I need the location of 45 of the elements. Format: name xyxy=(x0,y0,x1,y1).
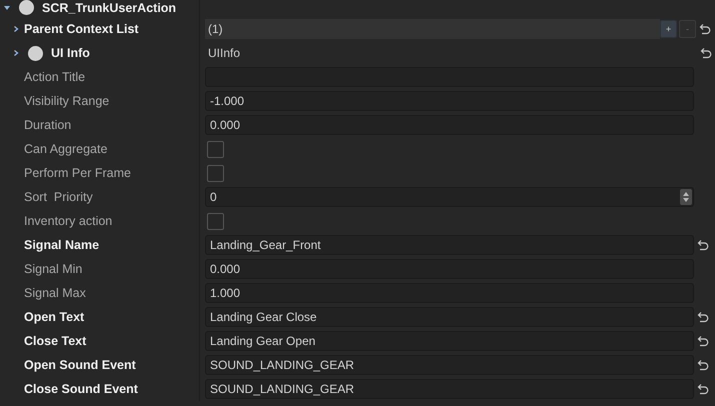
circle-icon xyxy=(28,46,43,60)
input-field[interactable]: Landing_Gear_Front xyxy=(205,235,694,255)
revert-icon[interactable] xyxy=(697,311,709,323)
property-label: UI Info xyxy=(51,46,90,60)
checkbox[interactable] xyxy=(207,164,224,182)
object-type: UIInfo xyxy=(207,46,242,60)
property-label: Can Aggregate xyxy=(24,142,108,156)
revert-icon[interactable] xyxy=(699,23,711,35)
input-field[interactable]: Landing Gear Open xyxy=(205,331,694,351)
input-field[interactable]: SOUND_LANDING_GEAR xyxy=(205,355,694,375)
input-field[interactable]: Landing Gear Close xyxy=(205,307,694,327)
number-field[interactable]: 0 xyxy=(205,187,694,207)
property-label: Duration xyxy=(24,118,72,132)
revert-icon[interactable] xyxy=(700,47,712,59)
property-label: Signal Min xyxy=(24,262,82,276)
property-label: Open Sound Event xyxy=(24,358,136,372)
circle-icon xyxy=(19,0,34,15)
property-label: Perform Per Frame xyxy=(24,166,131,180)
list-count: (1) xyxy=(208,22,223,36)
spinner-icon[interactable] xyxy=(680,189,692,205)
input-field[interactable]: 0.000 xyxy=(205,115,694,135)
property-label: Visibility Range xyxy=(24,94,110,108)
checkbox[interactable] xyxy=(207,140,224,158)
property-label: Signal Name xyxy=(24,238,100,252)
property-label: Inventory action xyxy=(24,214,112,228)
number-value: 0 xyxy=(210,190,217,204)
input-field[interactable]: 1.000 xyxy=(205,283,694,303)
input-field[interactable]: -1.000 xyxy=(205,91,694,111)
component-title: SCR_TrunkUserAction xyxy=(42,0,176,14)
checkbox[interactable] xyxy=(207,212,224,230)
property-label: Close Sound Event xyxy=(24,382,138,396)
expand-arrow-icon[interactable] xyxy=(3,4,11,12)
revert-icon[interactable] xyxy=(697,359,709,371)
input-field[interactable]: SOUND_LANDING_GEAR xyxy=(205,379,694,399)
property-label: Signal Max xyxy=(24,286,86,300)
add-button[interactable]: + xyxy=(660,20,677,38)
property-label: Open Text xyxy=(24,310,84,324)
revert-icon[interactable] xyxy=(697,239,709,251)
property-label: Sort Priority xyxy=(24,190,93,204)
property-label: Parent Context List xyxy=(24,22,139,36)
input-field[interactable]: 0.000 xyxy=(205,259,694,279)
revert-icon[interactable] xyxy=(697,335,709,347)
property-label: Action Title xyxy=(24,70,86,84)
property-label: Close Text xyxy=(24,334,86,348)
revert-icon[interactable] xyxy=(697,383,709,395)
